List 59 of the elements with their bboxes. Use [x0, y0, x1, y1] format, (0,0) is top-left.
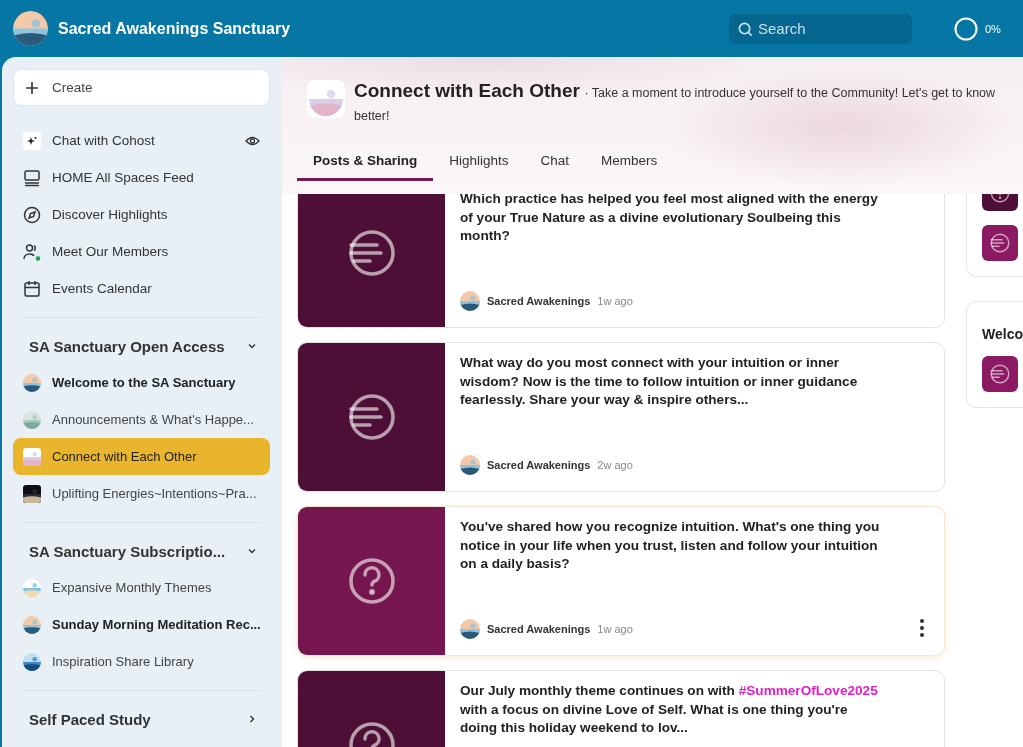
nav-item[interactable]: Events Calendar: [13, 270, 270, 307]
space-heading: Connect with Each Other · Take a moment to introduce yourself to the Community! Let's get to know better!: [354, 80, 997, 125]
post-card[interactable]: What way do you most connect with your intuition or inner wisdom? Now is the time to follow intuition or inner guidance fearlessly. Share your way & inspire others... Sacred Awakenings 2w ago: [297, 342, 945, 492]
question-icon: [347, 557, 396, 605]
question-icon: [990, 194, 1010, 203]
progress-label: 0%: [985, 22, 1001, 35]
tab[interactable]: Posts & Sharing: [297, 143, 434, 181]
space-item[interactable]: Sunday Morning Meditation Rec...: [13, 606, 270, 643]
post-text: Our July monthly theme continues on with #SummerOfLove2025 with a focus on divine Love of Self. What is one thing you're doing this holiday weekend to lov...: [460, 682, 879, 737]
nav-item[interactable]: Meet Our Members: [13, 233, 270, 270]
tab[interactable]: Chat: [524, 143, 586, 181]
author-name[interactable]: Sacred Awakenings: [487, 295, 591, 307]
post-time: 2w ago: [597, 459, 634, 471]
lines-circle-icon: [347, 229, 396, 277]
card-title: Welco: [982, 326, 1023, 342]
search-field[interactable]: Search: [729, 13, 912, 44]
space-item[interactable]: Expansive Monthly Themes: [13, 569, 270, 606]
post-time: 1w ago: [597, 295, 634, 307]
people-icon: [23, 242, 41, 261]
post-card[interactable]: Our July monthly theme continues on with #SummerOfLove2025 with a focus on divine Love of Self. What is one thing you're doing this holiday weekend to lov...: [297, 670, 945, 747]
space-item[interactable]: Welcome to the SA Sanctuary: [13, 364, 270, 401]
nav-item[interactable]: HOME All Spaces Feed: [13, 159, 270, 196]
progress-ring-icon: [954, 16, 978, 41]
tab[interactable]: Highlights: [433, 143, 525, 181]
kebab-icon: [920, 618, 924, 637]
section-header[interactable]: SA Sanctuary Open Access: [13, 328, 270, 364]
author-name[interactable]: Sacred Awakenings: [487, 459, 591, 471]
hashtag-link[interactable]: #SummerOfLove2025: [738, 683, 878, 698]
lines-circle-icon: [347, 393, 396, 441]
sparkle-icon: [23, 131, 41, 150]
post-text: You've shared how you recognize intuition. What's one thing you notice in your life when you trust, listen and follow your intuition on a daily basis?: [460, 518, 881, 573]
post-thumbnail[interactable]: [982, 194, 1018, 211]
author-name[interactable]: Sacred Awakenings: [487, 623, 591, 635]
space-item[interactable]: Connect with Each Other: [13, 438, 270, 475]
calendar-icon: [23, 279, 41, 298]
section-header[interactable]: SA Sanctuary Subscriptio...: [13, 533, 270, 569]
space-item[interactable]: Announcements & What's Happe...: [13, 401, 270, 438]
section-header[interactable]: Self Paced Study: [13, 701, 270, 737]
search-icon: [738, 21, 753, 37]
post-card[interactable]: Which practice has helped you feel most aligned with the energy of your True Nature as a divine evolutionary Soulbeing this month? Sacred Awakenings 1w ago: [297, 194, 945, 328]
post-text: What way do you most connect with your intuition or inner wisdom? Now is the time to follow intuition or inner guidance fearlessly. Share your way & inspire others...: [460, 354, 859, 409]
tab[interactable]: Members: [585, 143, 674, 181]
post-thumbnail[interactable]: [982, 225, 1018, 261]
post-text: Which practice has helped you feel most aligned with the energy of your True Nature as a divine evolutionary Soulbeing this month?: [460, 194, 879, 245]
space-item[interactable]: Uplifting Energies~Intentions~Pra...: [13, 475, 270, 512]
monitor-icon: [23, 168, 41, 187]
eye-icon[interactable]: [245, 135, 260, 146]
community-title: Sacred Awakenings Sanctuary: [58, 19, 292, 38]
nav-item[interactable]: Discover Highlights: [13, 196, 270, 233]
compass-icon: [23, 205, 41, 224]
post-card[interactable]: You've shared how you recognize intuition. What's one thing you notice in your life when you trust, listen and follow your intuition on a daily basis? Sacred Awakenings 1w ago: [297, 506, 945, 656]
space-item[interactable]: Inspiration Share Library: [13, 643, 270, 680]
lines-circle-icon: [990, 364, 1010, 384]
post-thumbnail[interactable]: [982, 356, 1018, 392]
post-time: 1w ago: [597, 623, 634, 635]
nav-item[interactable]: Chat with Cohost: [13, 122, 270, 159]
create-button[interactable]: Create: [13, 69, 270, 106]
lines-circle-icon: [990, 233, 1010, 253]
plus-icon: [26, 81, 38, 94]
